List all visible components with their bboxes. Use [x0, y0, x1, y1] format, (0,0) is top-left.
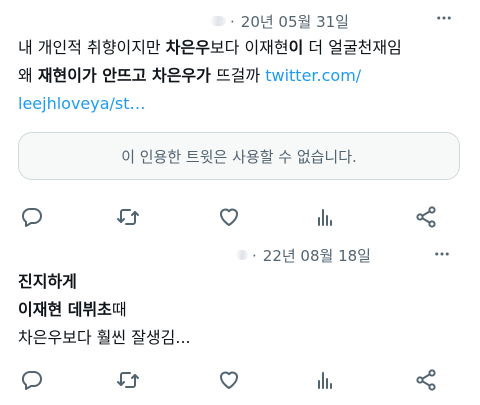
share-button[interactable]	[411, 202, 441, 232]
quote-tweet-unavailable: 이 인용한 트윗은 사용할 수 없습니다.	[18, 132, 460, 180]
reply-icon	[21, 370, 42, 390]
tweet-text-line: 왜 재현이가 안뜨고 차은우가 뜨걸까 twitter.com/	[18, 62, 466, 90]
tweet-1[interactable]: · 20년 05월 31일 내 개인적 취향이지만 차은우보다 이재현이 더 얼굴…	[0, 0, 480, 238]
retweet-button[interactable]	[113, 202, 143, 232]
tweet-text-line: 이재현 데뷔초때	[18, 296, 466, 324]
more-options-button[interactable]	[432, 8, 456, 28]
tweet-link[interactable]: leejhloveya/st…	[18, 94, 146, 113]
tweet-meta: · 20년 05월 31일	[210, 10, 349, 32]
tweet-text-segment: 때	[111, 300, 127, 319]
quote-unavailable-text: 이 인용한 트윗은 사용할 수 없습니다.	[121, 147, 357, 166]
tweet-actions	[0, 202, 480, 232]
reply-button[interactable]	[17, 365, 47, 395]
tweet-text-segment: 보다 이재현	[209, 38, 289, 57]
reply-icon	[21, 207, 42, 227]
share-icon	[416, 369, 436, 391]
retweet-button[interactable]	[113, 365, 143, 395]
share-icon	[416, 206, 436, 228]
views-button[interactable]	[310, 365, 340, 395]
tweet-text-bold: 차은우	[165, 38, 210, 57]
tweet-text-line: 차은우보다 훨씬 잘생김...	[18, 324, 466, 352]
tweet-text: 진지하게이재현 데뷔초때차은우보다 훨씬 잘생김...	[18, 268, 466, 352]
tweet-text-segment: 왜	[18, 66, 38, 85]
heart-icon	[220, 208, 238, 226]
more-horizontal-icon	[435, 252, 449, 256]
views-button[interactable]	[310, 202, 340, 232]
tweet-2[interactable]: · 22년 08월 18일 진지하게이재현 데뷔초때차은우보다 훨씬 잘생김...	[0, 238, 480, 405]
heart-icon	[220, 371, 238, 389]
tweet-text-bold: 이재현 데뷔초	[18, 300, 112, 319]
like-button[interactable]	[214, 365, 244, 395]
tweet-text-bold: 재현이가 안뜨고 차은우가	[37, 66, 211, 85]
blurred-username	[236, 250, 248, 260]
views-analytics-icon	[318, 209, 332, 226]
tweet-text-line: 진지하게	[18, 268, 466, 296]
tweet-meta: · 22년 08월 18일	[236, 244, 371, 266]
tweet-text-line: 내 개인적 취향이지만 차은우보다 이재현이 더 얼굴천재임	[18, 34, 466, 62]
reply-button[interactable]	[17, 202, 47, 232]
more-horizontal-icon	[437, 16, 451, 20]
tweet-text-segment: 차은우보다 훨씬 잘생김...	[18, 328, 191, 347]
blurred-username	[210, 16, 226, 26]
tweet-text-segment: 뜨걸까	[210, 66, 266, 85]
more-options-button[interactable]	[430, 244, 454, 264]
retweet-icon	[117, 372, 139, 388]
tweet-actions	[0, 365, 480, 395]
like-button[interactable]	[214, 202, 244, 232]
tweet-text: 내 개인적 취향이지만 차은우보다 이재현이 더 얼굴천재임 왜 재현이가 안뜨고…	[18, 34, 466, 118]
retweet-icon	[117, 209, 139, 225]
share-button[interactable]	[411, 365, 441, 395]
tweet-text-bold: 진지하게	[18, 272, 77, 291]
tweet-text-line: leejhloveya/st…	[18, 90, 466, 118]
tweet-text-segment: 더 얼굴천재임	[303, 38, 402, 57]
tweet-date[interactable]: · 20년 05월 31일	[230, 11, 349, 32]
tweet-date[interactable]: · 22년 08월 18일	[252, 245, 371, 266]
tweet-text-segment: 내 개인적 취향이지만	[18, 38, 166, 57]
views-analytics-icon	[318, 372, 332, 389]
tweet-link[interactable]: twitter.com/	[265, 66, 361, 85]
tweet-text-bold: 이	[288, 38, 304, 57]
